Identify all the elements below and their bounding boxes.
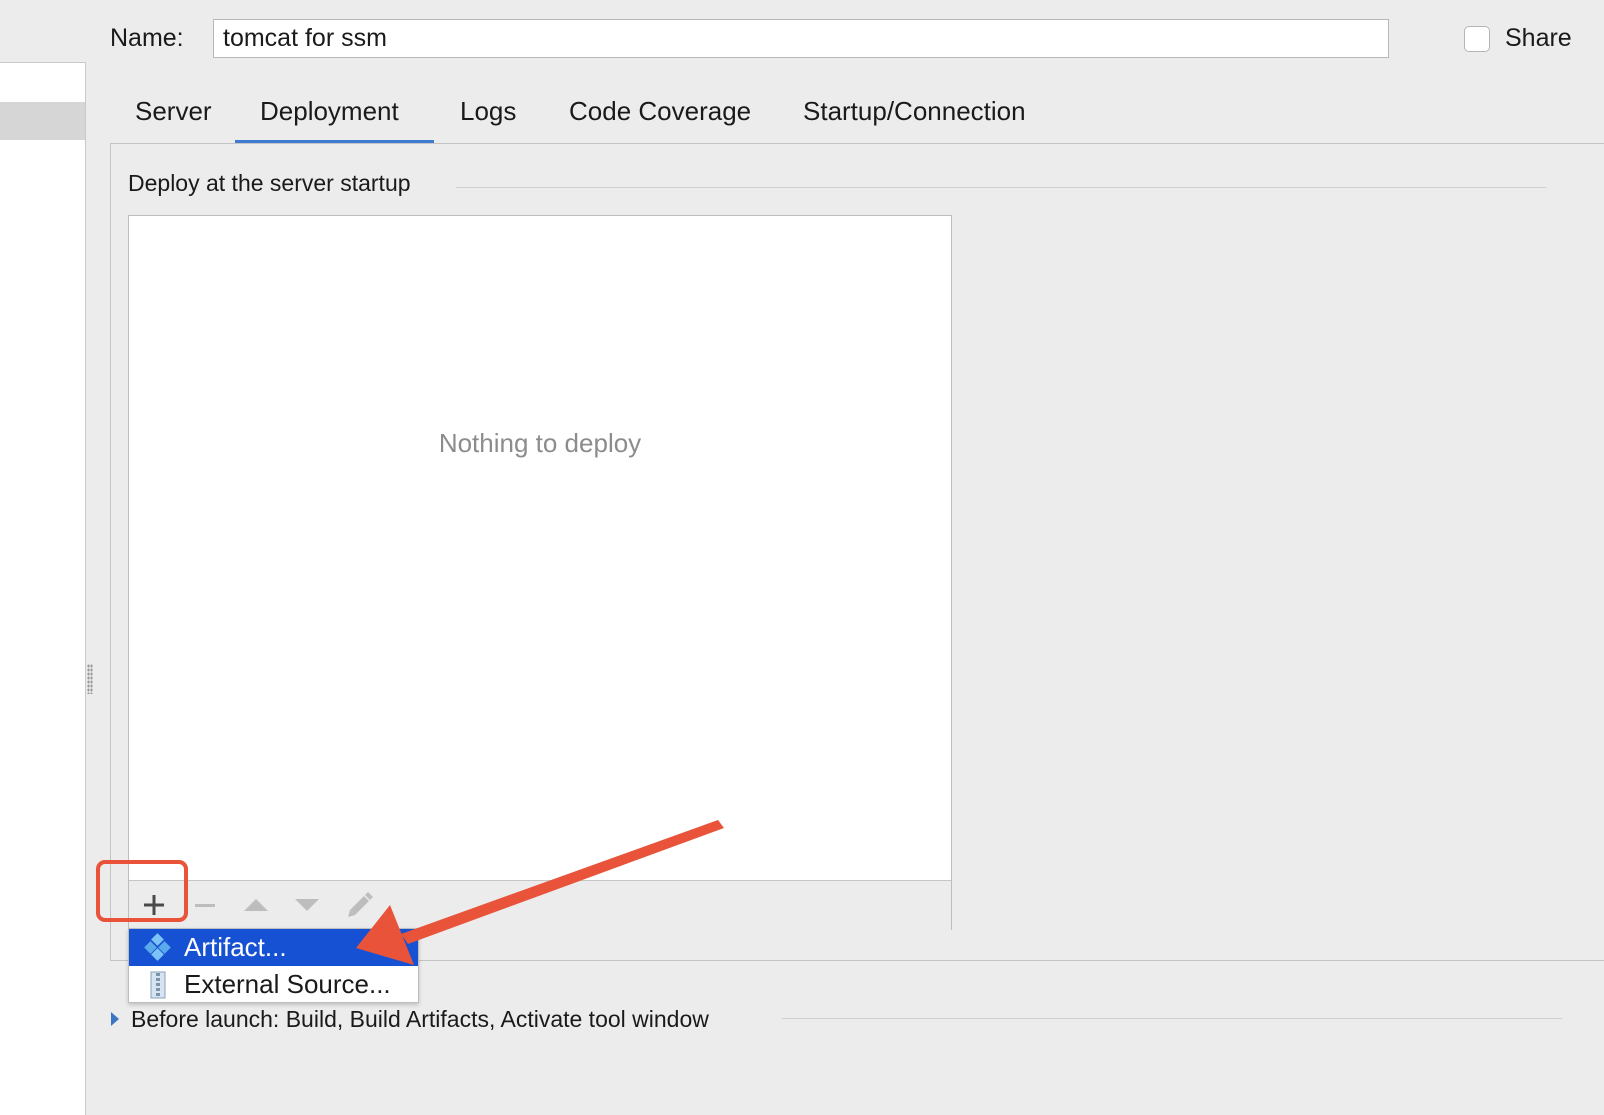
edit-button[interactable] (339, 886, 379, 924)
pencil-icon (348, 892, 373, 917)
menu-item-label: Artifact... (184, 932, 287, 962)
group-separator (456, 187, 1546, 188)
remove-button[interactable] (185, 886, 225, 924)
tab-startup-connection[interactable]: Startup/Connection (803, 96, 1026, 127)
tab-logs[interactable]: Logs (460, 96, 516, 127)
share-label[interactable]: Share (1505, 24, 1572, 53)
menu-item-label: External Source... (184, 969, 391, 999)
annotation-highlight-box (96, 860, 188, 922)
share-checkbox[interactable] (1464, 26, 1490, 52)
triangle-up-icon (244, 899, 268, 911)
name-label: Name: (110, 24, 184, 52)
name-input[interactable] (213, 19, 1389, 58)
tab-server[interactable]: Server (135, 96, 212, 127)
triangle-down-icon (295, 899, 319, 911)
menu-item-artifact[interactable]: Artifact... (129, 929, 418, 966)
menu-item-external-source[interactable]: External Source... (129, 966, 418, 1003)
splitter-grip-icon[interactable] (87, 664, 93, 694)
configuration-tree-panel[interactable] (0, 62, 86, 1115)
tab-code-coverage[interactable]: Code Coverage (569, 96, 751, 127)
deploy-group-title: Deploy at the server startup (128, 170, 411, 196)
artifact-icon (143, 932, 173, 963)
before-launch-separator (782, 1018, 1562, 1019)
move-up-button[interactable] (236, 886, 276, 924)
configuration-tree-selected-row[interactable] (0, 102, 85, 140)
move-down-button[interactable] (287, 886, 327, 924)
empty-list-text: Nothing to deploy (438, 428, 642, 458)
deploy-list[interactable] (128, 215, 952, 930)
tab-deployment[interactable]: Deployment (260, 96, 399, 127)
expand-arrow-icon[interactable] (111, 1012, 119, 1026)
before-launch-label[interactable]: Before launch: Build, Build Artifacts, A… (131, 1006, 709, 1033)
archive-icon (143, 970, 173, 1000)
minus-icon (195, 904, 215, 907)
